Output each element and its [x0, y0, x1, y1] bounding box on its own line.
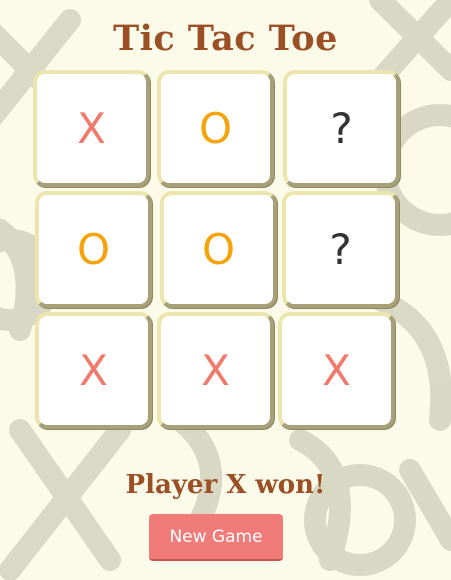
cell-mark: ? [330, 104, 353, 153]
board-cell-4[interactable]: O [35, 191, 152, 308]
board-cell-3[interactable]: ? [283, 70, 400, 187]
game-title: Tic Tac Toe [113, 18, 338, 59]
cell-mark: O [76, 225, 111, 274]
board-cell-7[interactable]: X [35, 312, 152, 429]
board-cell-5[interactable]: O [160, 191, 277, 308]
game-status-message: Player X won! [125, 470, 326, 500]
board-cell-9[interactable]: X [278, 312, 395, 429]
new-game-button[interactable]: New Game [149, 514, 283, 561]
game-board: X O ? O O ? X X X [33, 70, 400, 432]
cell-mark: X [201, 346, 230, 395]
cell-mark: O [201, 225, 236, 274]
board-cell-2[interactable]: O [157, 70, 274, 187]
cell-mark: O [198, 104, 233, 153]
cell-mark: X [79, 346, 108, 395]
board-cell-1[interactable]: X [33, 70, 150, 187]
cell-mark: ? [329, 225, 352, 274]
cell-mark: X [77, 104, 106, 153]
board-cell-8[interactable]: X [157, 312, 274, 429]
cell-mark: X [322, 346, 351, 395]
board-cell-6[interactable]: ? [282, 191, 399, 308]
game-container: Tic Tac Toe X O ? O O ? X X X Player X w… [0, 0, 451, 580]
